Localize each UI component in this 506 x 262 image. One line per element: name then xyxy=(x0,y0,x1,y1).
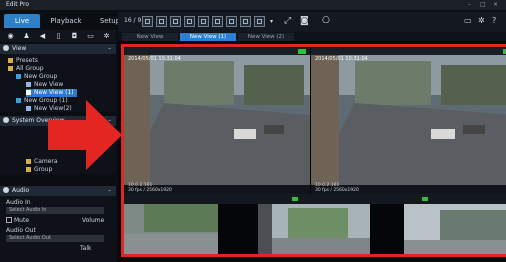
gear-icon[interactable]: ✲ xyxy=(102,32,111,40)
view-icon xyxy=(26,82,31,87)
tree-item-new-view[interactable]: New View xyxy=(26,81,63,89)
tab-playback[interactable]: Playback xyxy=(44,14,88,28)
audio-in-label: Audio In xyxy=(6,199,31,206)
folder-icon xyxy=(26,167,31,172)
minimize-icon[interactable]: – xyxy=(468,1,471,8)
left-toolbar: ◉ ♟ ◀ ▯ ◘ ▭ ✲ xyxy=(0,30,116,42)
talk-button[interactable]: Talk xyxy=(80,245,92,252)
tree-item-new-view-1[interactable]: New View (1) xyxy=(26,89,77,97)
video-tile[interactable] xyxy=(124,204,218,257)
view-icon xyxy=(26,90,31,95)
collapse-icon[interactable]: – xyxy=(108,44,111,54)
audio-in-select[interactable]: Select Audio In xyxy=(6,207,104,214)
video-tile[interactable] xyxy=(258,204,370,257)
tab-live[interactable]: Live xyxy=(4,14,40,28)
folder-icon xyxy=(8,58,13,63)
camera-icon xyxy=(26,159,31,164)
layout-4-icon[interactable] xyxy=(184,16,195,27)
view-tabs: New View New View (1) New View (2) xyxy=(118,32,506,41)
monitor-icon[interactable]: ▭ xyxy=(464,16,472,25)
audio-panel-header[interactable]: Audio – xyxy=(0,186,116,196)
status-indicator xyxy=(422,197,428,201)
video-tile[interactable]: 2014/05/01 10:31:04 10.0.2.161 30 fps / 2… xyxy=(311,48,506,194)
speaker-icon[interactable]: ◀ xyxy=(38,32,47,40)
mute-checkbox[interactable]: Mute xyxy=(6,217,29,224)
layout-6-icon[interactable] xyxy=(212,16,223,27)
help-icon[interactable]: ? xyxy=(492,16,496,25)
camera-feed xyxy=(258,204,370,257)
layout-9-icon[interactable] xyxy=(254,16,265,27)
tile-header xyxy=(124,48,310,55)
eye-icon[interactable]: ◉ xyxy=(6,32,15,40)
maximize-icon[interactable]: □ xyxy=(480,1,486,8)
camera-feed xyxy=(404,204,506,257)
audio-out-label: Audio Out xyxy=(6,227,36,234)
collapse-icon[interactable]: – xyxy=(108,186,111,196)
tile-header xyxy=(311,48,506,55)
layout-toolbar: 16 / 9 ▾ ⤢ ◙ ⎔ ▭ ✲ ? xyxy=(118,12,506,32)
tile-info: 10.0.2.161 30 fps / 2560x1920 xyxy=(128,183,172,193)
fullscreen-icon[interactable]: ⤢ xyxy=(284,16,291,26)
view-icon xyxy=(3,45,9,51)
aspect-label: 16 / 9 xyxy=(124,17,142,24)
view-tab-new-view[interactable]: New View xyxy=(122,33,178,41)
camera-feed xyxy=(311,55,506,185)
layout-8-icon[interactable] xyxy=(240,16,251,27)
group-icon xyxy=(16,98,21,103)
tree-item-all-group[interactable]: All Group xyxy=(8,65,44,73)
tree-item-presets[interactable]: Presets xyxy=(8,57,38,65)
status-indicator xyxy=(298,49,306,54)
camera-feed xyxy=(124,55,310,185)
layout-1-icon[interactable] xyxy=(142,16,153,27)
layout-7-icon[interactable] xyxy=(226,16,237,27)
video-tile[interactable] xyxy=(218,204,258,257)
view-icon xyxy=(26,106,31,111)
arrow-annotation xyxy=(48,100,122,170)
audio-panel: Audio In Select Audio In Mute Volume Aud… xyxy=(0,196,116,262)
timestamp-overlay: 2014/05/01 10:31:04 xyxy=(128,56,181,62)
video-tile[interactable]: 2014/05/01 10:31:04 10.0.2.161 30 fps / 2… xyxy=(124,48,310,194)
layout-5-icon[interactable] xyxy=(198,16,209,27)
folder-icon xyxy=(8,66,13,71)
audio-panel-title: Audio xyxy=(12,187,30,194)
speaker-icon xyxy=(3,187,9,193)
view-tab-new-view-2[interactable]: New View (2) xyxy=(238,33,294,41)
layout-dropdown-icon[interactable]: ▾ xyxy=(270,18,273,25)
settings-icon[interactable]: ✲ xyxy=(478,16,485,25)
status-indicator xyxy=(292,197,298,201)
camera-feed xyxy=(124,204,218,257)
audio-out-select[interactable]: Select Audio Out xyxy=(6,235,104,242)
tile-status-bar xyxy=(124,194,506,204)
tile-info: 10.0.2.161 30 fps / 2560x1920 xyxy=(315,183,359,193)
snapshot-icon[interactable]: ◙ xyxy=(300,16,309,26)
group-icon xyxy=(16,74,21,79)
document-icon[interactable]: ▯ xyxy=(54,32,63,40)
view-panel-title: View xyxy=(12,45,27,52)
tree-item-new-group[interactable]: New Group xyxy=(16,73,57,81)
close-icon[interactable]: × xyxy=(493,1,498,8)
title-bar: Edit Pro – □ × xyxy=(0,0,506,10)
video-tile[interactable] xyxy=(370,204,404,257)
view-tab-new-view-1[interactable]: New View (1) xyxy=(180,33,236,41)
view-panel-header[interactable]: View – xyxy=(0,44,116,54)
person-icon[interactable]: ♟ xyxy=(22,32,31,40)
camera-icon[interactable]: ◘ xyxy=(70,32,79,40)
layout-3-icon[interactable] xyxy=(170,16,181,27)
layout-2-icon[interactable] xyxy=(156,16,167,27)
system-icon xyxy=(3,117,9,123)
volume-label: Volume xyxy=(82,217,105,224)
monitor-icon[interactable]: ▭ xyxy=(86,32,95,40)
video-tile[interactable] xyxy=(404,204,506,257)
window-title: Edit Pro xyxy=(6,1,30,8)
timestamp-overlay: 2014/05/01 10:31:04 xyxy=(315,56,368,62)
sequence-icon[interactable]: ⎔ xyxy=(322,16,330,26)
